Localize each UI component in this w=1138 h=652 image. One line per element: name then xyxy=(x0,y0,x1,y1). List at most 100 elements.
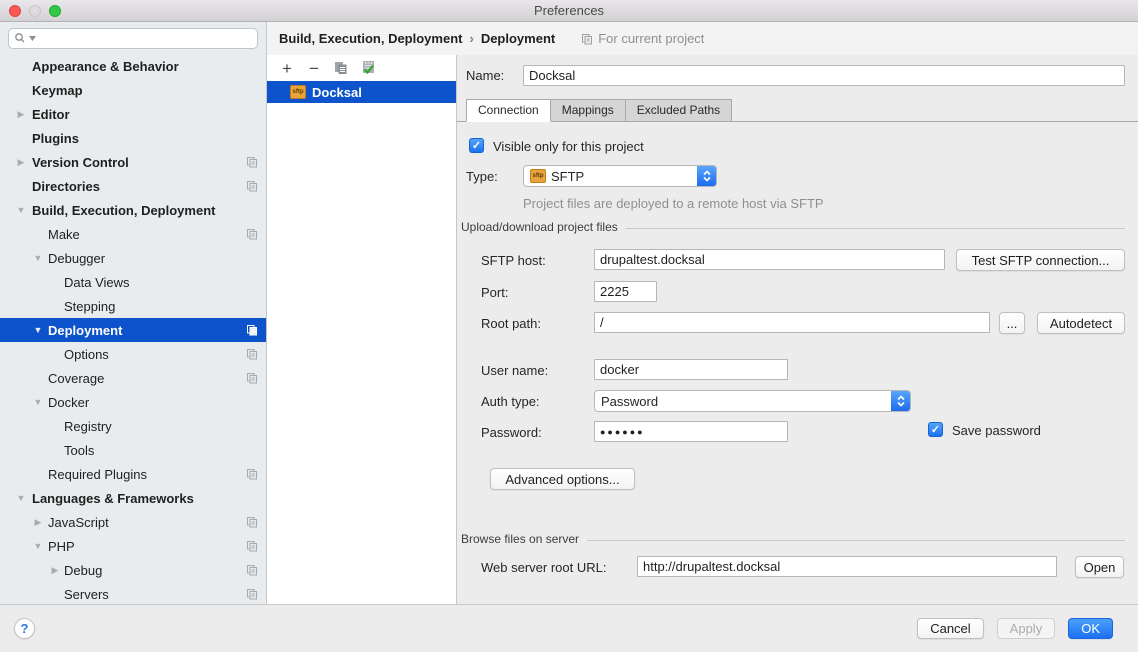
password-label: Password: xyxy=(481,425,542,440)
sidebar-item-debug[interactable]: ▶ Debug xyxy=(0,558,266,582)
sidebar-item-javascript[interactable]: ▶ JavaScript xyxy=(0,510,266,534)
zoom-window-button[interactable] xyxy=(49,5,61,17)
web-server-root-url-label: Web server root URL: xyxy=(481,560,606,575)
shareable-settings-icon xyxy=(246,228,258,243)
sidebar-item-appearance-behavior[interactable]: Appearance & Behavior xyxy=(0,54,266,78)
tree-expand-arrow-icon[interactable]: ▼ xyxy=(15,205,27,215)
sidebar-item-languages-frameworks[interactable]: ▼ Languages & Frameworks xyxy=(0,486,266,510)
password-input[interactable] xyxy=(594,421,788,442)
sidebar-item-label: Servers xyxy=(64,587,109,602)
sidebar-item-label: Deployment xyxy=(48,323,122,338)
cancel-button[interactable]: Cancel xyxy=(917,618,983,639)
sidebar-item-label: Build, Execution, Deployment xyxy=(32,203,215,218)
settings-sidebar: Appearance & Behavior Keymap ▶ Editor xyxy=(0,22,267,604)
sidebar-item-servers[interactable]: Servers xyxy=(0,582,266,604)
test-sftp-connection-button[interactable]: Test SFTP connection... xyxy=(956,249,1125,271)
settings-search-input[interactable] xyxy=(8,28,258,49)
advanced-options-button[interactable]: Advanced options... xyxy=(490,468,635,490)
tab-mappings[interactable]: Mappings xyxy=(550,99,626,122)
auth-type-value: Password xyxy=(601,394,658,409)
name-input[interactable] xyxy=(523,65,1125,86)
port-label: Port: xyxy=(481,285,508,300)
sidebar-item-label: Appearance & Behavior xyxy=(32,59,179,74)
sidebar-item-editor[interactable]: ▶ Editor xyxy=(0,102,266,126)
upload-section-title: Upload/download project files xyxy=(461,220,618,234)
for-current-project-icon xyxy=(581,33,593,45)
root-path-input[interactable] xyxy=(594,312,990,333)
web-server-root-url-input[interactable] xyxy=(637,556,1057,577)
sidebar-item-options[interactable]: Options xyxy=(0,342,266,366)
shareable-settings-icon xyxy=(246,540,258,555)
deployment-servers-panel: + − xyxy=(267,55,457,604)
auth-type-select[interactable]: Password xyxy=(594,390,911,412)
copy-server-button[interactable] xyxy=(333,61,349,77)
sidebar-item-label: Required Plugins xyxy=(48,467,147,482)
sidebar-item-registry[interactable]: Registry xyxy=(0,414,266,438)
sidebar-item-label: Data Views xyxy=(64,275,130,290)
sftp-host-input[interactable] xyxy=(594,249,945,270)
sidebar-item-label: JavaScript xyxy=(48,515,109,530)
sidebar-item-version-control[interactable]: ▶ Version Control xyxy=(0,150,266,174)
save-password-label[interactable]: Save password xyxy=(952,423,1041,438)
sidebar-item-tools[interactable]: Tools xyxy=(0,438,266,462)
browse-root-path-button[interactable]: ... xyxy=(999,312,1025,334)
sidebar-item-coverage[interactable]: Coverage xyxy=(0,366,266,390)
search-options-chevron-icon[interactable] xyxy=(29,36,36,41)
popup-arrows-icon xyxy=(891,391,910,411)
use-as-default-button[interactable] xyxy=(360,60,376,77)
sidebar-item-label: Tools xyxy=(64,443,94,458)
shareable-settings-icon xyxy=(246,468,258,483)
ok-button[interactable]: OK xyxy=(1068,618,1113,639)
tree-expand-arrow-icon[interactable]: ▼ xyxy=(32,325,44,335)
sidebar-item-deployment[interactable]: ▼ Deployment xyxy=(0,318,266,342)
tree-expand-arrow-icon[interactable]: ▶ xyxy=(15,109,27,120)
user-name-input[interactable] xyxy=(594,359,788,380)
sidebar-item-label: Keymap xyxy=(32,83,83,98)
sidebar-item-label: Coverage xyxy=(48,371,104,386)
sidebar-item-label: Plugins xyxy=(32,131,79,146)
connection-tabs: Connection Mappings Excluded Paths xyxy=(466,99,731,122)
port-input[interactable] xyxy=(594,281,657,302)
server-name: Docksal xyxy=(312,85,362,100)
scope-indicator: For current project xyxy=(581,31,704,46)
sidebar-item-debugger[interactable]: ▼ Debugger xyxy=(0,246,266,270)
sidebar-item-stepping[interactable]: Stepping xyxy=(0,294,266,318)
autodetect-button[interactable]: Autodetect xyxy=(1037,312,1125,334)
tree-expand-arrow-icon[interactable]: ▶ xyxy=(49,565,61,576)
open-url-button[interactable]: Open xyxy=(1075,556,1124,578)
tree-expand-arrow-icon[interactable]: ▼ xyxy=(32,253,44,263)
server-list-item-docksal[interactable]: sftp Docksal xyxy=(267,81,456,103)
type-select[interactable]: sftp SFTP xyxy=(523,165,717,187)
help-button[interactable]: ? xyxy=(14,618,35,639)
sidebar-item-label: Debugger xyxy=(48,251,105,266)
save-password-checkbox[interactable]: ✓ xyxy=(928,422,943,437)
remove-server-button[interactable]: − xyxy=(306,62,322,76)
dialog-footer: ? Cancel Apply OK xyxy=(0,604,1138,652)
apply-button[interactable]: Apply xyxy=(997,618,1056,639)
sidebar-item-data-views[interactable]: Data Views xyxy=(0,270,266,294)
close-window-button[interactable] xyxy=(9,5,21,17)
visible-only-label[interactable]: Visible only for this project xyxy=(493,139,644,154)
minimize-window-button xyxy=(29,5,41,17)
sidebar-item-docker[interactable]: ▼ Docker xyxy=(0,390,266,414)
sidebar-item-plugins[interactable]: Plugins xyxy=(0,126,266,150)
tab-connection[interactable]: Connection xyxy=(466,99,551,122)
tree-expand-arrow-icon[interactable]: ▶ xyxy=(32,517,44,528)
visible-only-checkbox[interactable]: ✓ xyxy=(469,138,484,153)
sidebar-item-keymap[interactable]: Keymap xyxy=(0,78,266,102)
sidebar-item-directories[interactable]: Directories xyxy=(0,174,266,198)
settings-header: Build, Execution, Deployment › Deploymen… xyxy=(267,22,1138,55)
root-path-label: Root path: xyxy=(481,316,541,331)
tree-expand-arrow-icon[interactable]: ▼ xyxy=(32,397,44,407)
sidebar-item-required-plugins[interactable]: Required Plugins xyxy=(0,462,266,486)
sidebar-item-php[interactable]: ▼ PHP xyxy=(0,534,266,558)
sidebar-item-make[interactable]: Make xyxy=(0,222,266,246)
servers-toolbar: + − xyxy=(267,55,456,81)
tree-expand-arrow-icon[interactable]: ▼ xyxy=(32,541,44,551)
tree-expand-arrow-icon[interactable]: ▶ xyxy=(15,157,27,168)
add-server-button[interactable]: + xyxy=(279,62,295,76)
tree-expand-arrow-icon[interactable]: ▼ xyxy=(15,493,27,503)
sidebar-item-build-execution-deployment[interactable]: ▼ Build, Execution, Deployment xyxy=(0,198,266,222)
sidebar-item-label: Languages & Frameworks xyxy=(32,491,194,506)
tab-excluded-paths[interactable]: Excluded Paths xyxy=(625,99,732,122)
